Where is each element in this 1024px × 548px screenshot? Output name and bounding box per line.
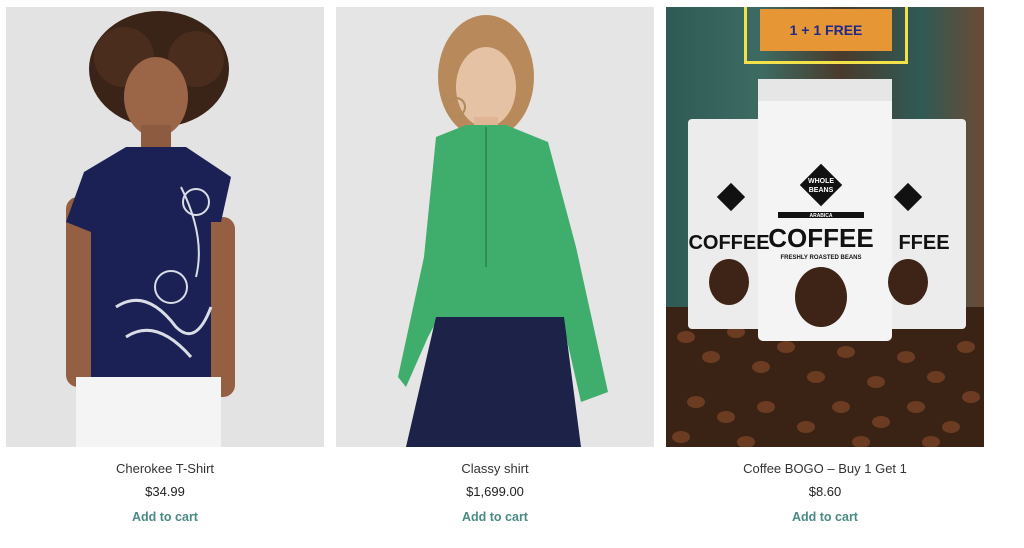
add-to-cart-button[interactable]: Add to cart bbox=[6, 510, 324, 524]
bag-logo-line1: WHOLE bbox=[808, 178, 834, 185]
product-price: $1,699.00 bbox=[466, 484, 524, 499]
product-grid: Cherokee T-Shirt $34.99 Add to cart Clas… bbox=[0, 0, 1024, 548]
svg-text:FFEE: FFEE bbox=[898, 232, 949, 254]
product-price: $8.60 bbox=[808, 484, 842, 499]
promo-badge: 1 + 1 FREE bbox=[760, 9, 892, 51]
product-image[interactable] bbox=[6, 7, 324, 447]
product-price: $34.99 bbox=[145, 484, 185, 499]
bag-logo-line2: BEANS bbox=[809, 187, 834, 194]
product-title[interactable]: Classy shirt bbox=[336, 461, 654, 476]
product-card: Classy shirt $1,699.00 Add to cart bbox=[336, 7, 654, 542]
add-to-cart-button[interactable]: Add to cart bbox=[666, 510, 984, 524]
add-to-cart-button[interactable]: Add to cart bbox=[336, 510, 654, 524]
bag-sub-label: FRESHLY ROASTED BEANS bbox=[780, 255, 861, 261]
promo-badge-frame: 1 + 1 FREE bbox=[744, 7, 908, 64]
product-title[interactable]: Coffee BOGO – Buy 1 Get 1 bbox=[666, 461, 984, 476]
product-card: Cherokee T-Shirt $34.99 Add to cart bbox=[6, 7, 324, 542]
product-title[interactable]: Cherokee T-Shirt bbox=[6, 461, 324, 476]
bag-main-label: COFFEE bbox=[768, 223, 873, 253]
bag-small-label: ARABICA bbox=[809, 213, 832, 219]
product-image[interactable] bbox=[336, 7, 654, 447]
svg-text:COFFEE: COFFEE bbox=[688, 232, 769, 254]
product-card: WHOLE BEANS ARABICA COFFEE FRESHLY ROAST… bbox=[666, 7, 984, 542]
product-image[interactable]: WHOLE BEANS ARABICA COFFEE FRESHLY ROAST… bbox=[666, 7, 984, 447]
